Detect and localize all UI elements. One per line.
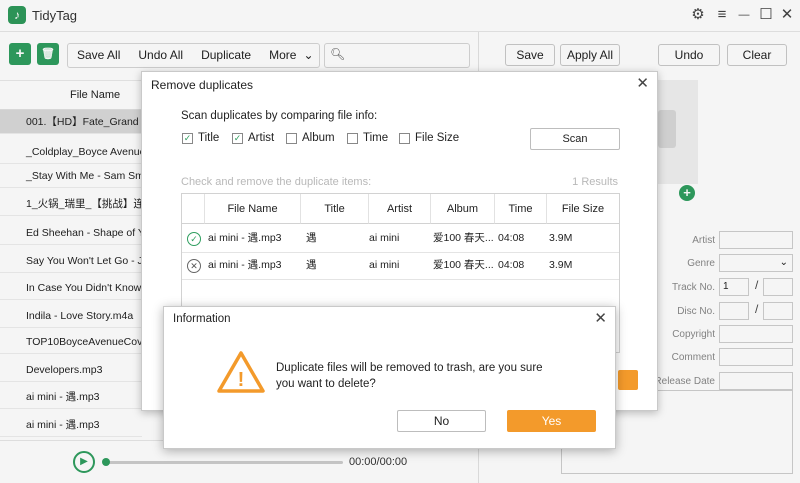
column-status — [182, 194, 205, 224]
row-artist: ai mini — [369, 259, 400, 271]
row-file-size: 3.9M — [549, 259, 573, 271]
confirm-message: Duplicate files will be removed to trash… — [276, 360, 576, 392]
dialog-title: Remove duplicates — [151, 78, 254, 92]
scan-button[interactable]: Scan — [530, 128, 620, 150]
remove-x-icon[interactable]: ✕ — [187, 259, 201, 273]
column-title[interactable]: Title — [301, 194, 369, 224]
column-file-name[interactable]: File Name — [205, 194, 301, 224]
artist-option-label[interactable]: Artist — [248, 132, 274, 144]
album-checkbox[interactable] — [286, 133, 297, 144]
row-title: 遇 — [306, 232, 317, 244]
warning-glyph: ! — [238, 369, 245, 391]
confirm-message-line1: Duplicate files will be removed to trash… — [276, 362, 543, 374]
warning-icon: ! — [217, 351, 265, 393]
file-size-option-label[interactable]: File Size — [415, 132, 459, 144]
row-file-name: ai mini - 遇.mp3 — [208, 259, 282, 271]
no-button[interactable]: No — [397, 410, 486, 432]
row-file-name: ai mini - 遇.mp3 — [208, 232, 282, 244]
yes-button[interactable]: Yes — [507, 410, 596, 432]
artist-checkbox[interactable]: ✓ — [232, 133, 243, 144]
scan-caption: Scan duplicates by comparing file info: — [181, 110, 378, 122]
remove-button[interactable] — [618, 370, 638, 390]
dialog-title: Information — [173, 313, 231, 325]
row-artist: ai mini — [369, 232, 400, 244]
results-count: 1 Results — [572, 176, 618, 188]
row-album: 爱100 春天... — [433, 232, 494, 244]
information-dialog: Information ✕ ! Duplicate files will be … — [163, 306, 616, 449]
column-file-size[interactable]: File Size — [547, 194, 619, 224]
row-time: 04:08 — [498, 259, 525, 271]
close-icon[interactable]: ✕ — [636, 74, 649, 92]
keep-check-icon[interactable]: ✓ — [187, 232, 201, 246]
column-artist[interactable]: Artist — [369, 194, 431, 224]
file-size-checkbox[interactable] — [399, 133, 410, 144]
title-option-label[interactable]: Title — [198, 132, 219, 144]
row-title: 遇 — [306, 259, 317, 271]
row-time: 04:08 — [498, 232, 525, 244]
album-option-label[interactable]: Album — [302, 132, 335, 144]
row-file-size: 3.9M — [549, 232, 573, 244]
title-checkbox[interactable]: ✓ — [182, 133, 193, 144]
row-album: 爱100 春天... — [433, 259, 494, 271]
row-divider — [182, 279, 619, 280]
confirm-message-line2: you want to delete? — [276, 378, 376, 390]
time-option-label[interactable]: Time — [363, 132, 388, 144]
time-checkbox[interactable] — [347, 133, 358, 144]
close-icon[interactable]: ✕ — [594, 309, 607, 327]
column-album[interactable]: Album — [431, 194, 495, 224]
column-time[interactable]: Time — [495, 194, 547, 224]
check-caption: Check and remove the duplicate items: — [181, 176, 372, 188]
